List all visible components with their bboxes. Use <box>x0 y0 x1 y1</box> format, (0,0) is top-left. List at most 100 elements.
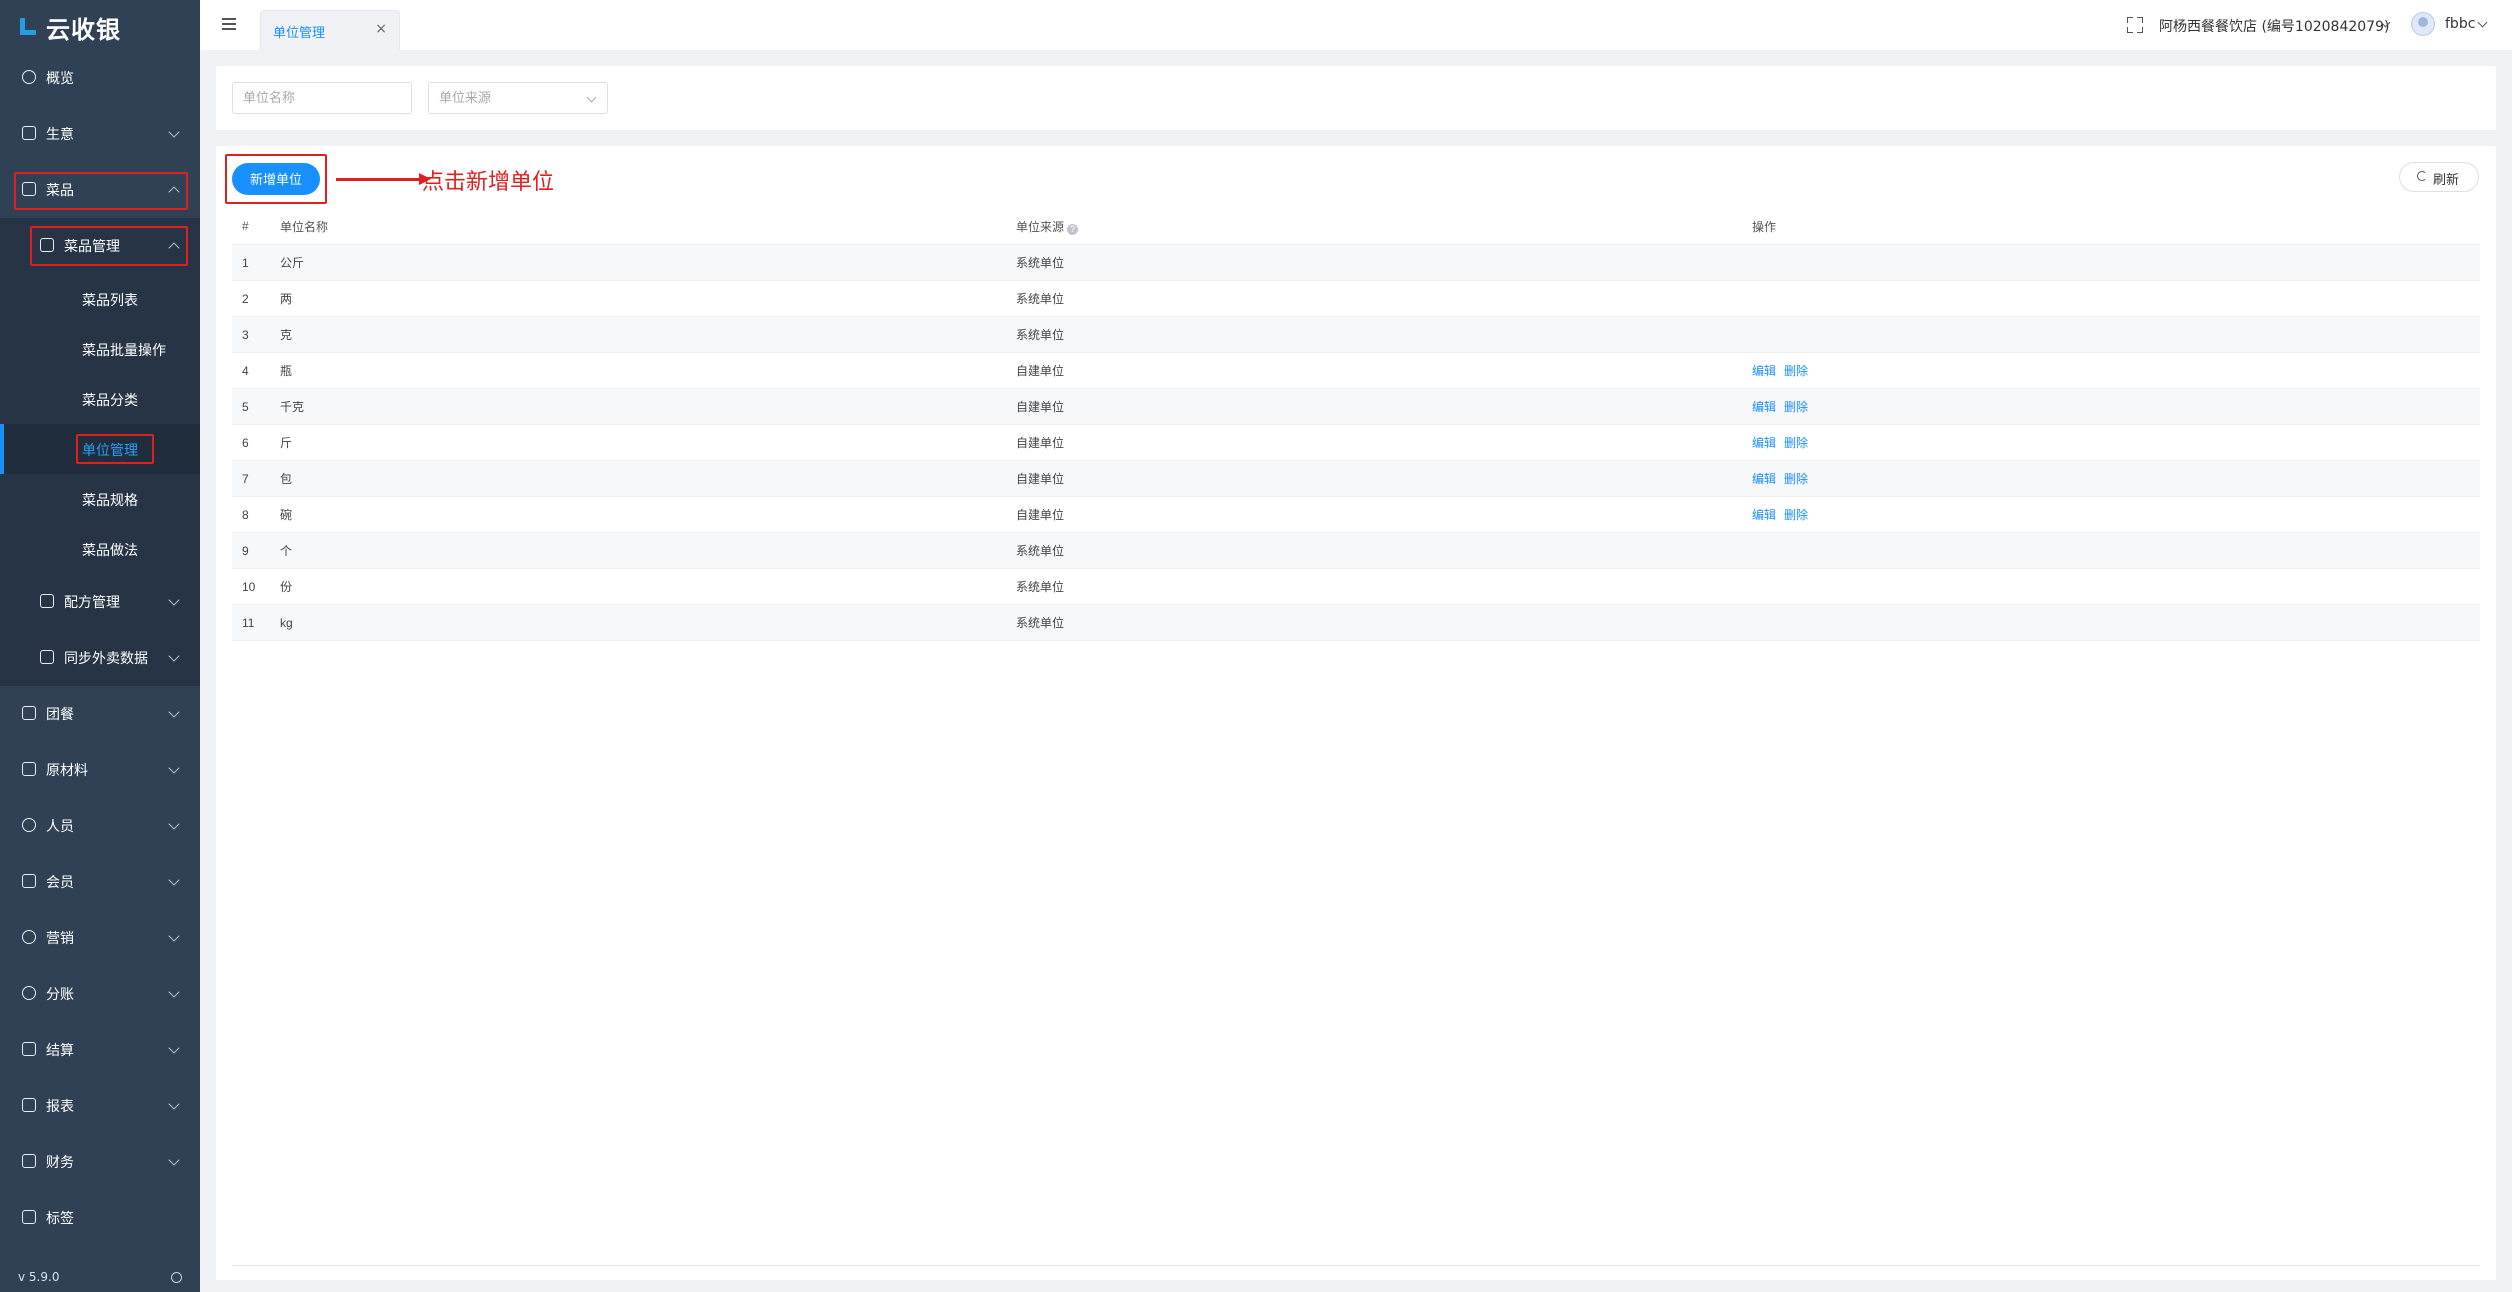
sidebar-subitem-dish-batch[interactable]: 菜品批量操作 <box>0 324 200 374</box>
help-icon[interactable]: ? <box>1067 223 1079 235</box>
actions-cell: 编辑 删除 <box>1752 496 2480 533</box>
edit-link[interactable]: 编辑 <box>1752 436 1776 450</box>
edit-link[interactable]: 编辑 <box>1752 508 1776 522</box>
bookmark-icon <box>22 1210 36 1224</box>
table-row: 6 斤自建单位 编辑 删除 <box>232 424 2480 461</box>
sidebar-item-overview[interactable]: 概览 <box>0 50 200 106</box>
sidebar-subitem-dish-category[interactable]: 菜品分类 <box>0 374 200 424</box>
row-index: 5 <box>232 388 280 425</box>
sidebar-item-label: 菜品做法 <box>82 543 138 559</box>
sidebar-item-settlement[interactable]: 结算 <box>0 1022 200 1078</box>
unit-name-input[interactable]: 单位名称 <box>232 82 412 114</box>
row-index: 4 <box>232 352 280 389</box>
unit-source-select[interactable]: 单位来源 <box>428 82 608 114</box>
sidebar-item-sync-delivery[interactable]: 同步外卖数据 <box>0 630 200 686</box>
chevron-down-icon <box>168 986 180 998</box>
chevron-down-icon <box>168 762 180 774</box>
sidebar-item-member[interactable]: 会员 <box>0 854 200 910</box>
unit-source-cell: 系统单位 <box>1016 532 1752 569</box>
sidebar-item-recipe[interactable]: 配方管理 <box>0 574 200 630</box>
unit-source-cell: 自建单位 <box>1016 424 1752 461</box>
app-name: 云收银 <box>46 15 121 44</box>
sidebar-item-business[interactable]: 生意 <box>0 106 200 162</box>
recipe-icon <box>40 594 54 608</box>
store-selector[interactable]: 阿杨西餐餐饮店 (编号1020842079) <box>2159 16 2389 36</box>
row-index: 10 <box>232 568 280 605</box>
sync-icon <box>40 650 54 664</box>
annotation-arrow <box>336 178 424 181</box>
sidebar-subitem-dish-spec[interactable]: 菜品规格 <box>0 474 200 524</box>
unit-name-cell: 两 <box>280 280 1016 317</box>
edit-link[interactable]: 编辑 <box>1752 400 1776 414</box>
delete-link[interactable]: 删除 <box>1784 436 1808 450</box>
chevron-down-icon[interactable] <box>2477 17 2488 28</box>
chevron-down-icon <box>168 1042 180 1054</box>
sidebar-item-label: 菜品批量操作 <box>82 343 166 359</box>
table-header-row: # 单位名称 单位来源? 操作 <box>232 208 2480 245</box>
sidebar-item-raw-material[interactable]: 原材料 <box>0 742 200 798</box>
unit-name-cell: 千克 <box>280 388 1016 425</box>
edit-link[interactable]: 编辑 <box>1752 472 1776 486</box>
actions-cell: 编辑 删除 <box>1752 460 2480 497</box>
highlight-box <box>30 226 188 266</box>
menu-toggle-icon[interactable] <box>222 18 236 30</box>
refresh-button[interactable]: 刷新 <box>2399 162 2479 192</box>
refresh-label: 刷新 <box>2433 173 2460 188</box>
report-icon <box>22 1098 36 1112</box>
sidebar-item-group-meal[interactable]: 团餐 <box>0 686 200 742</box>
column-header-actions: 操作 <box>1752 208 2480 245</box>
sidebar-item-label: 团餐 <box>46 707 74 723</box>
sidebar-item-label: 菜品规格 <box>82 493 138 509</box>
row-index: 6 <box>232 424 280 461</box>
tab-unit-management[interactable]: 单位管理 × <box>260 10 400 50</box>
chevron-down-icon <box>168 126 180 138</box>
delete-link[interactable]: 删除 <box>1784 508 1808 522</box>
unit-source-cell: 自建单位 <box>1016 496 1752 533</box>
edit-link[interactable]: 编辑 <box>1752 364 1776 378</box>
close-icon[interactable]: × <box>375 21 387 37</box>
row-index: 3 <box>232 316 280 353</box>
actions-cell <box>1752 244 2480 281</box>
sidebar-item-marketing[interactable]: 营销 <box>0 910 200 966</box>
sidebar-item-finance[interactable]: 财务 <box>0 1134 200 1190</box>
gear-icon[interactable] <box>171 1272 182 1283</box>
sidebar-item-label: 会员 <box>46 875 74 891</box>
row-index: 9 <box>232 532 280 569</box>
actions-cell <box>1752 568 2480 605</box>
overview-icon <box>22 70 36 84</box>
unit-name-cell: 包 <box>280 460 1016 497</box>
chevron-down-icon <box>168 930 180 942</box>
fullscreen-icon[interactable] <box>2127 17 2143 33</box>
delete-link[interactable]: 删除 <box>1784 472 1808 486</box>
main-card: 新增单位 点击新增单位 刷新 # 单位名称 单位来源? 操作 1 公斤 系统单位 2 两… <box>216 146 2496 1280</box>
username[interactable]: fbbc <box>2445 16 2475 32</box>
unit-source-cell: 系统单位 <box>1016 316 1752 353</box>
user-icon <box>22 818 36 832</box>
sidebar-item-report[interactable]: 报表 <box>0 1078 200 1134</box>
database-icon <box>22 986 36 1000</box>
sidebar-subitem-dish-list[interactable]: 菜品列表 <box>0 274 200 324</box>
chevron-down-icon <box>168 1098 180 1110</box>
chevron-down-icon <box>168 1154 180 1166</box>
delete-link[interactable]: 删除 <box>1784 400 1808 414</box>
tab-label: 单位管理 <box>273 26 326 41</box>
highlight-box <box>225 154 327 204</box>
table-row: 3 克系统单位 <box>232 316 2480 353</box>
table-row: 4 瓶自建单位 编辑 删除 <box>232 352 2480 389</box>
avatar[interactable] <box>2411 12 2435 36</box>
unit-name-cell: 克 <box>280 316 1016 353</box>
delete-link[interactable]: 删除 <box>1784 364 1808 378</box>
sidebar-item-split-account[interactable]: 分账 <box>0 966 200 1022</box>
crown-icon <box>22 874 36 888</box>
sidebar-item-label: 概览 <box>46 71 74 87</box>
sidebar-item-label: 同步外卖数据 <box>64 651 148 667</box>
actions-cell <box>1752 280 2480 317</box>
actions-cell: 编辑 删除 <box>1752 352 2480 389</box>
unit-name-cell: 份 <box>280 568 1016 605</box>
row-index: 8 <box>232 496 280 533</box>
highlight-box <box>76 434 154 464</box>
chevron-down-icon <box>168 594 180 606</box>
sidebar-item-tag[interactable]: 标签 <box>0 1190 200 1246</box>
sidebar-item-staff[interactable]: 人员 <box>0 798 200 854</box>
sidebar-subitem-dish-method[interactable]: 菜品做法 <box>0 524 200 574</box>
